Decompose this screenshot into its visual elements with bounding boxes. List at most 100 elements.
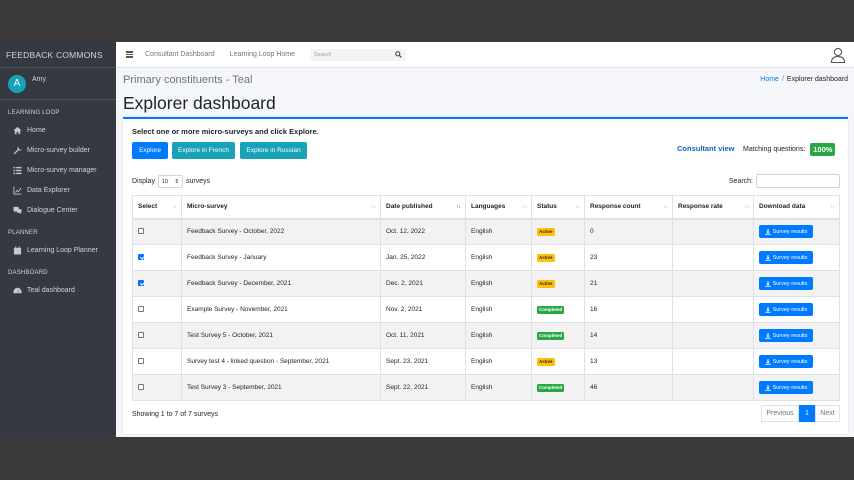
nav-header-dashboard: DASHBOARD [8, 270, 48, 276]
table-info: Showing 1 to 7 of 7 surveys [132, 411, 218, 418]
download-cell: Survey results [753, 374, 840, 401]
row-select-checkbox[interactable] [138, 357, 144, 364]
display-suffix: surveys [185, 178, 211, 185]
nav-link-learning-loop-home[interactable]: Learning Loop Home [230, 51, 295, 58]
column-header-download-data[interactable]: Download data ↑↓ [753, 195, 840, 220]
row-select-checkbox[interactable] [138, 253, 144, 260]
sidebar-item-learning-loop-planner[interactable]: Learning Loop Planner [0, 240, 116, 260]
row-select-checkbox[interactable] [138, 227, 144, 234]
column-header-response-count[interactable]: Response count ↑↓ [584, 195, 673, 220]
row-select-checkbox[interactable] [138, 279, 144, 286]
pagination-next[interactable]: Next [815, 405, 840, 422]
breadcrumb: Home / Explorer dashboard [760, 76, 848, 86]
avatar[interactable]: A [8, 74, 26, 93]
status-cell: Completed [531, 296, 585, 323]
column-header-languages[interactable]: Languages ↑↓ [465, 195, 532, 220]
languages-cell: English [465, 322, 532, 349]
sidebar-item-home[interactable]: Home [0, 120, 116, 140]
status-cell: Completed [531, 374, 585, 401]
status-badge: Active [537, 253, 555, 262]
survey-results-button[interactable]: Survey results [759, 277, 813, 290]
explore-french-button[interactable]: Explore in French [172, 142, 235, 159]
table-row: Example Survey - November, 2021 Nov. 2, 2… [132, 296, 840, 323]
column-header-response-rate[interactable]: Response rate ↑↓ [672, 195, 754, 220]
table-search-label: Search: [728, 177, 753, 185]
sidebar-item-label: Micro-survey manager [27, 166, 97, 174]
sidebar: FEEDBACK COMMONS A Amy LEARNING LOOP Hom… [0, 42, 116, 437]
column-label: Response count [590, 203, 641, 211]
sidebar-item-label: Dialogue Center [27, 206, 78, 214]
table-row: Survey test 4 - linked question - Septem… [132, 348, 840, 375]
home-icon [13, 126, 22, 135]
column-header-select[interactable]: Select ↑↓ [132, 195, 182, 220]
languages-cell: English [465, 244, 532, 271]
list-icon [13, 166, 22, 175]
page-length-value: 10 [161, 178, 169, 185]
select-cell [132, 270, 182, 297]
response-count-cell: 14 [584, 322, 673, 349]
chart-icon [13, 185, 22, 195]
user-account-icon[interactable] [830, 47, 846, 63]
sidebar-item-data-explorer[interactable]: Data Explorer [0, 180, 116, 200]
row-select-checkbox[interactable] [138, 305, 144, 312]
content-header: Primary constituents - Teal Home / Explore… [123, 74, 848, 86]
explore-russian-button[interactable]: Explore in Russian [240, 142, 307, 159]
table-row: Feedback Survey - October, 2022 Oct. 12, … [132, 218, 840, 245]
app-frame: FEEDBACK COMMONS A Amy LEARNING LOOP Hom… [0, 42, 854, 437]
explore-button[interactable]: Explore [132, 142, 168, 159]
table-search-input[interactable] [756, 174, 840, 188]
search-icon[interactable] [395, 51, 402, 58]
sidebar-item-dialogue-center[interactable]: Dialogue Center [0, 200, 116, 220]
sidebar-item-micro-survey-builder[interactable]: Micro-survey builder [0, 140, 116, 160]
breadcrumb-separator: / [781, 76, 784, 83]
column-header-micro-survey[interactable]: Micro-survey ↑↓ [181, 195, 381, 220]
survey-results-button[interactable]: Survey results [759, 329, 813, 342]
response-rate-cell [672, 270, 754, 297]
sort-icon: ↑↓ [663, 204, 668, 210]
status-cell: Active [531, 244, 585, 271]
brand-logo[interactable]: FEEDBACK COMMONS [0, 42, 116, 68]
download-cell: Survey results [753, 270, 840, 297]
consultant-view-link[interactable]: Consultant view [677, 144, 735, 153]
download-icon [764, 229, 771, 235]
dashboard-icon [13, 286, 22, 295]
status-badge: Completed [537, 305, 565, 314]
sidebar-item-micro-survey-manager[interactable]: Micro-survey manager [0, 160, 116, 180]
column-label: Languages [471, 203, 506, 211]
survey-results-button[interactable]: Survey results [759, 355, 813, 368]
response-count-cell: 13 [584, 348, 673, 375]
page-length-select[interactable]: 10 ⇕ [157, 175, 183, 188]
status-badge: Completed [537, 383, 565, 392]
select-cell [132, 296, 182, 323]
column-header-date-published[interactable]: Date published ↑↓ [380, 195, 466, 220]
select-cell [132, 348, 182, 375]
status-cell: Active [531, 348, 585, 375]
calendar-icon [13, 245, 22, 255]
sidebar-item-label: Learning Loop Planner [27, 246, 98, 254]
user-name[interactable]: Amy [32, 76, 46, 83]
pagination-page-1[interactable]: 1 [799, 405, 815, 422]
sort-icon: ↑↓ [830, 204, 835, 210]
sidebar-item-teal-dashboard[interactable]: Teal dashboard [0, 280, 116, 300]
menu-toggle-icon[interactable] [126, 50, 133, 59]
pagination-previous[interactable]: Previous [761, 405, 799, 422]
micro-survey-cell: Survey test 4 - linked question - Septem… [181, 348, 381, 375]
column-header-status[interactable]: Status ↑↓ [531, 195, 585, 220]
surveys-table: Select ↑↓ Micro-survey ↑↓ Date published ↑↓… [132, 195, 840, 401]
survey-results-label: Survey results [772, 332, 808, 339]
survey-results-button[interactable]: Survey results [759, 251, 813, 264]
breadcrumb-home-link[interactable]: Home [760, 76, 779, 83]
user-panel[interactable]: A Amy [0, 68, 116, 100]
survey-results-button[interactable]: Survey results [759, 303, 813, 316]
column-label: Response rate [678, 203, 723, 211]
row-select-checkbox[interactable] [138, 383, 144, 390]
column-label: Download data [759, 203, 806, 211]
survey-results-button[interactable]: Survey results [759, 225, 813, 239]
navbar-search-input[interactable]: Search [310, 48, 407, 61]
row-select-checkbox[interactable] [138, 331, 144, 338]
download-icon [764, 306, 771, 313]
nav-link-consultant-dashboard[interactable]: Consultant Dashboard [145, 51, 215, 58]
status-cell: Active [531, 218, 585, 245]
survey-results-button[interactable]: Survey results [759, 381, 813, 394]
sort-icon: ↑↓ [522, 204, 527, 210]
